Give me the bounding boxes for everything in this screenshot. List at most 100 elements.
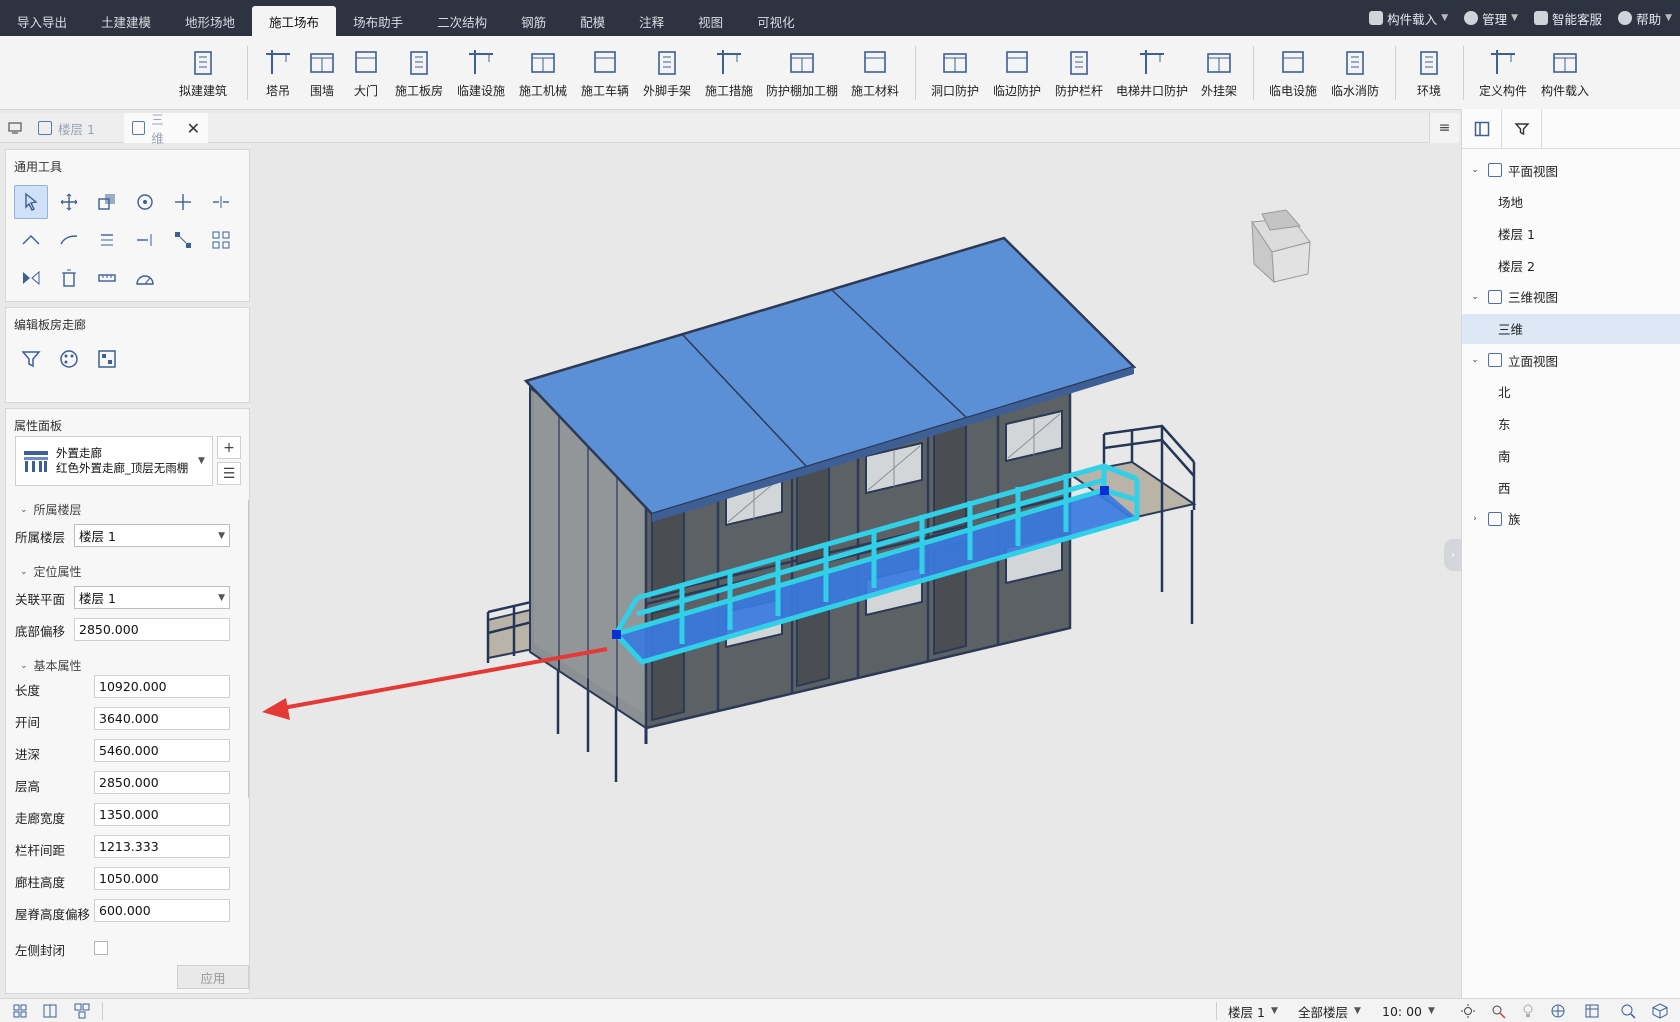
ribbon-button-1-1[interactable]: 围墙 (300, 42, 344, 104)
rotate-tool[interactable] (128, 185, 162, 219)
offset-tool[interactable] (14, 223, 48, 257)
ribbon-button-1-0[interactable]: 塔吊 (256, 42, 300, 104)
prop-input[interactable]: 5460.000 (94, 739, 230, 762)
ribbon-button-4-0[interactable]: 环境 (1404, 42, 1454, 104)
tree-3d-view[interactable]: ⌄ 三维视图 (1462, 282, 1680, 312)
tree-plan-item[interactable]: 场地 (1462, 187, 1680, 217)
table-icon[interactable] (1584, 1003, 1600, 1019)
split-tool[interactable] (204, 185, 238, 219)
tab-3d[interactable]: 三维 ✕ (124, 112, 208, 146)
extend-tool[interactable] (90, 223, 124, 257)
floor-select[interactable]: 楼层 1 ▼ (74, 524, 230, 547)
ribbon-button-1-5[interactable]: 施工机械 (512, 42, 574, 104)
menu-tab-8[interactable]: 注释 (622, 6, 681, 36)
filter-tool[interactable] (14, 342, 48, 376)
move-tool[interactable] (52, 185, 86, 219)
tab-menu-button[interactable]: ≡ (1429, 113, 1459, 143)
3d-scene[interactable] (252, 144, 1460, 998)
menu-tab-6[interactable]: 钢筋 (504, 6, 563, 36)
grip-handle-end[interactable] (1100, 486, 1109, 495)
ribbon-button-1-9[interactable]: 防护棚加工棚 (760, 42, 844, 104)
menu-tab-9[interactable]: 视图 (681, 6, 740, 36)
left-closed-checkbox[interactable] (94, 941, 108, 955)
mirror-tool[interactable] (14, 261, 48, 295)
break-tool[interactable] (128, 223, 162, 257)
array-tool[interactable] (166, 223, 200, 257)
menu-tab-0[interactable]: 导入导出 (0, 6, 84, 36)
ribbon-button-5-1[interactable]: 构件载入 (1534, 42, 1596, 104)
ribbon-button-2-2[interactable]: 防护栏杆 (1048, 42, 1110, 104)
texture-tool[interactable] (90, 342, 124, 376)
tree-elevation-view[interactable]: ⌄ 立面视图 (1462, 345, 1680, 375)
ribbon-button-5-0[interactable]: 定义构件 (1472, 42, 1534, 104)
trim-tool[interactable] (166, 185, 200, 219)
render-icon[interactable] (1550, 1003, 1566, 1019)
group-tool[interactable] (204, 223, 238, 257)
tab-floor-1[interactable]: 楼层 1 (30, 113, 122, 143)
menu-tab-5[interactable]: 二次结构 (420, 6, 504, 36)
ribbon-button-2-1[interactable]: 临边防护 (986, 42, 1048, 104)
prop-input[interactable]: 600.000 (94, 899, 230, 922)
tree-elevation-item[interactable]: 南 (1462, 440, 1680, 470)
prop-input[interactable]: 1213.333 (94, 835, 230, 858)
add-type-button[interactable]: + (217, 436, 241, 459)
type-settings-button[interactable]: ☰ (217, 462, 241, 485)
prop-input[interactable]: 10920.000 (94, 675, 230, 698)
ribbon-button-1-2[interactable]: 大门 (344, 42, 388, 104)
tree-elevation-item[interactable]: 西 (1462, 472, 1680, 502)
menu-tab-4[interactable]: 场布助手 (336, 6, 420, 36)
section-position[interactable]: ⌄ 定位属性 (20, 563, 82, 580)
tree-elevation-item[interactable]: 东 (1462, 409, 1680, 439)
status-all-floors-select[interactable]: 全部楼层 ▼ (1298, 999, 1361, 1022)
menu-tab-1[interactable]: 土建建模 (84, 6, 168, 36)
ribbon-button-1-3[interactable]: 施工板房 (388, 42, 450, 104)
view-cube[interactable] (1251, 209, 1311, 284)
ribbon-button-1-4[interactable]: 临建设施 (450, 42, 512, 104)
apply-button[interactable]: 应用 (177, 965, 249, 989)
prop-input[interactable]: 3640.000 (94, 707, 230, 730)
help-menu[interactable]: 帮助 ▼ (1618, 9, 1672, 28)
ribbon-button-3-1[interactable]: 临水消防 (1324, 42, 1386, 104)
prop-input[interactable]: 1050.000 (94, 867, 230, 890)
tree-family[interactable]: › 族 (1462, 504, 1680, 534)
status-floor-select[interactable]: 楼层 1 ▼ (1228, 999, 1278, 1022)
manage-menu[interactable]: 管理 ▼ (1464, 9, 1518, 28)
prop-input[interactable]: 2850.000 (94, 771, 230, 794)
prop-input[interactable]: 1350.000 (94, 803, 230, 826)
light-icon[interactable] (1520, 1003, 1536, 1019)
ribbon-button-1-10[interactable]: 施工材料 (844, 42, 906, 104)
bottom-offset-input[interactable]: 2850.000 (74, 618, 230, 641)
tree-plan-item[interactable]: 楼层 2 (1462, 250, 1680, 280)
copy-tool[interactable] (90, 185, 124, 219)
tab-list-button[interactable] (0, 113, 30, 143)
ribbon-button-2-0[interactable]: 洞口防护 (924, 42, 986, 104)
ribbon-button-1-8[interactable]: 施工措施 (698, 42, 760, 104)
angle-tool[interactable] (128, 261, 162, 295)
material-tool[interactable] (52, 342, 86, 376)
status-scale-select[interactable]: 10: 00 ▼ (1382, 999, 1435, 1022)
3d-viewport[interactable] (252, 144, 1460, 998)
ribbon-button-1-7[interactable]: 外脚手架 (636, 42, 698, 104)
property-scrollbar[interactable] (248, 499, 249, 799)
section-floor[interactable]: ⌄ 所属楼层 (20, 501, 82, 518)
measure-tool[interactable] (90, 261, 124, 295)
menu-tab-2[interactable]: 地形场地 (168, 6, 252, 36)
load-component-menu[interactable]: 构件载入 ▼ (1369, 9, 1448, 28)
select-tool[interactable] (14, 185, 48, 219)
ribbon-button-0-0[interactable]: 拟建建筑 (168, 42, 238, 104)
zoom-fit-icon[interactable] (1620, 1003, 1636, 1019)
ribbon-button-1-6[interactable]: 施工车辆 (574, 42, 636, 104)
menu-tab-10[interactable]: 可视化 (740, 6, 812, 36)
browser-view-button[interactable] (1462, 109, 1502, 149)
tile-view-icon[interactable] (42, 1003, 58, 1019)
tree-elevation-item[interactable]: 北 (1462, 377, 1680, 407)
type-selector[interactable]: 外置走廊 红色外置走廊_顶层无雨棚 ▼ (15, 436, 213, 486)
delete-tool[interactable] (52, 261, 86, 295)
tree-plan-item[interactable]: 楼层 1 (1462, 218, 1680, 248)
ribbon-button-2-3[interactable]: 电梯井口防护 (1110, 42, 1194, 104)
tree-3d-item[interactable]: 三维 (1462, 313, 1680, 344)
section-basic[interactable]: ⌄ 基本属性 (20, 657, 82, 674)
grip-handle-start[interactable] (612, 630, 621, 639)
shadow-off-icon[interactable] (1490, 1003, 1506, 1019)
assoc-plane-select[interactable]: 楼层 1 ▼ (74, 586, 230, 609)
